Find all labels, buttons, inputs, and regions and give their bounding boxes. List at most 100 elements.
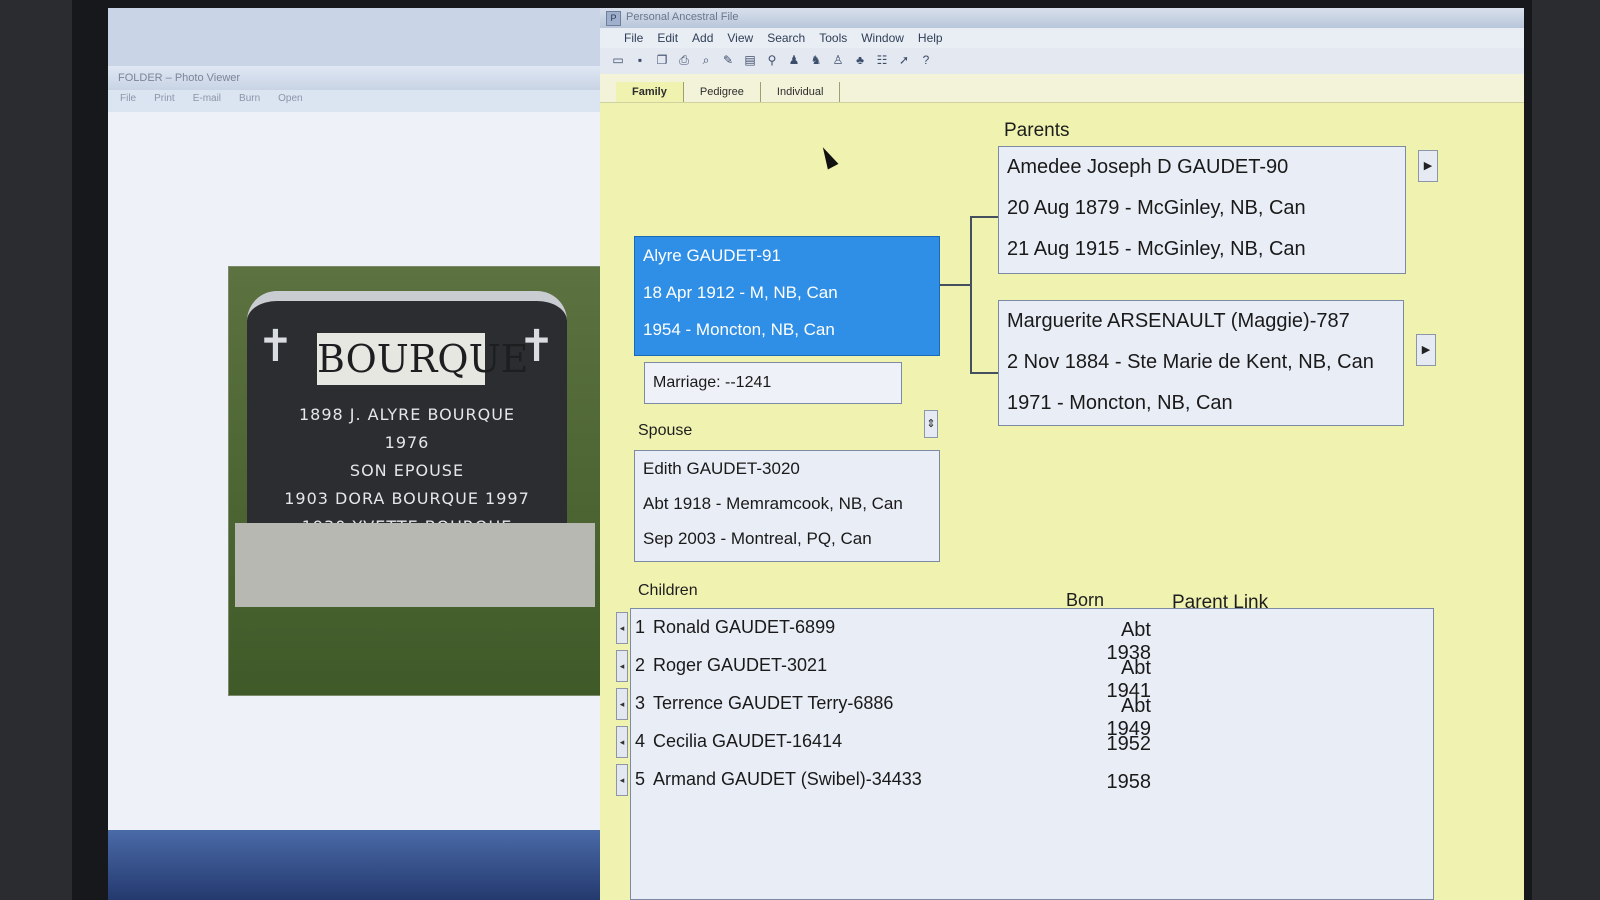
menu-tools[interactable]: Tools xyxy=(819,31,847,45)
child-born: 1952 xyxy=(1106,733,1152,755)
child-number: 1 xyxy=(635,617,646,637)
individual-name: Alyre GAUDET-91 xyxy=(643,246,781,265)
menu-window[interactable]: Window xyxy=(861,31,904,45)
paf-toolbar: ▭ ▪ ❐ ⎙ ⌕ ✎ ▤ ⚲ ♟ ♞ ♙ ♣ ☷ ➚ ? xyxy=(600,48,1524,74)
family-icon[interactable]: ♟ xyxy=(786,52,802,68)
individual-box[interactable]: Alyre GAUDET-91 18 Apr 1912 - M, NB, Can… xyxy=(634,236,940,356)
notes-icon[interactable]: ▤ xyxy=(742,52,758,68)
menu-search[interactable]: Search xyxy=(767,31,805,45)
menu-add[interactable]: Add xyxy=(692,31,713,45)
cross-icon: ✝ xyxy=(257,322,294,371)
screen: FOLDER – Photo Viewer File Print E-mail … xyxy=(108,8,1524,900)
paf-title: Personal Ancestral File xyxy=(626,11,739,23)
spouse-box[interactable]: Edith GAUDET-3020 Abt 1918 - Memramcook,… xyxy=(634,450,940,562)
marriage-text: Marriage: --1241 xyxy=(653,374,772,391)
mother-box[interactable]: Marguerite ARSENAULT (Maggie)-787 2 Nov … xyxy=(998,300,1404,426)
spouse-death: Sep 2003 - Montreal, PQ, Can xyxy=(643,529,872,548)
child-handle-icon[interactable]: ◂ xyxy=(616,764,628,796)
menu-view[interactable]: View xyxy=(727,31,753,45)
pedigree-icon[interactable]: ♞ xyxy=(808,52,824,68)
headstone: ✝ ✝ BOURQUE 1898 J. ALYRE BOURQUE 1976 S… xyxy=(247,291,567,564)
mother-name: Marguerite ARSENAULT (Maggie)-787 xyxy=(1007,310,1350,332)
child-number: 2 xyxy=(635,655,646,675)
paf-menubar: File Edit Add View Search Tools Window H… xyxy=(600,28,1524,48)
child-handle-icon[interactable]: ◂ xyxy=(616,726,628,758)
copy-icon[interactable]: ❐ xyxy=(654,52,670,68)
photo-viewer-window: FOLDER – Photo Viewer File Print E-mail … xyxy=(108,66,608,900)
menu-file[interactable]: File xyxy=(624,31,643,45)
child-row[interactable]: 1 Ronald GAUDET-6899 Abt 1938 xyxy=(631,609,1431,664)
father-death: 21 Aug 1915 - McGinley, NB, Can xyxy=(1007,238,1306,260)
viewer-titlebar[interactable]: FOLDER – Photo Viewer xyxy=(108,66,608,90)
tree-connector xyxy=(970,216,998,218)
headstone-photo: ✝ ✝ BOURQUE 1898 J. ALYRE BOURQUE 1976 S… xyxy=(228,266,602,696)
edit-icon[interactable]: ✎ xyxy=(720,52,736,68)
mother-death: 1971 - Moncton, NB, Can xyxy=(1007,392,1233,414)
search-icon[interactable]: ⚲ xyxy=(764,52,780,68)
child-born: 1958 xyxy=(1106,771,1152,793)
tree-connector xyxy=(970,216,972,374)
viewer-title: FOLDER – Photo Viewer xyxy=(118,72,241,84)
viewer-controls-bar xyxy=(108,830,608,900)
open-icon[interactable]: ▭ xyxy=(610,52,626,68)
tab-family[interactable]: Family xyxy=(616,82,684,102)
headstone-base xyxy=(235,523,595,607)
marriage-box[interactable]: Marriage: --1241 xyxy=(644,362,902,404)
mother-next-arrow-icon[interactable]: ▶ xyxy=(1416,334,1436,366)
child-number: 3 xyxy=(635,693,646,713)
chart-icon[interactable]: ☷ xyxy=(874,52,890,68)
child-row[interactable]: 2 Roger GAUDET-3021 Abt 1941 xyxy=(631,647,1431,702)
child-handle-icon[interactable]: ◂ xyxy=(616,612,628,644)
father-next-arrow-icon[interactable]: ▶ xyxy=(1418,150,1438,182)
individual-icon[interactable]: ♙ xyxy=(830,52,846,68)
inscription-line: SON EPOUSE xyxy=(349,461,465,480)
spouse-name: Edith GAUDET-3020 xyxy=(643,459,800,478)
paf-window: P Personal Ancestral File File Edit Add … xyxy=(600,8,1524,900)
individual-death: 1954 - Moncton, NB, Can xyxy=(643,320,835,339)
menu-edit[interactable]: Edit xyxy=(657,31,678,45)
parents-label: Parents xyxy=(1004,120,1070,141)
children-list: 1 Ronald GAUDET-6899 Abt 1938 2 Roger GA… xyxy=(630,608,1434,900)
tree-connector xyxy=(940,284,970,286)
child-row[interactable]: 3 Terrence GAUDET Terry-6886 Abt 1949 xyxy=(631,685,1431,740)
find-icon[interactable]: ⌕ xyxy=(698,52,714,68)
spouse-scroll-icon[interactable]: ⇕ xyxy=(924,410,938,438)
child-number: 5 xyxy=(635,769,646,789)
father-birth: 20 Aug 1879 - McGinley, NB, Can xyxy=(1007,197,1306,219)
tree-icon[interactable]: ♣ xyxy=(852,52,868,68)
inscription-line: 1903 DORA BOURQUE 1997 xyxy=(284,489,530,508)
viewer-menu-burn[interactable]: Burn xyxy=(239,93,260,109)
child-handle-icon[interactable]: ◂ xyxy=(616,688,628,720)
paf-titlebar[interactable]: P Personal Ancestral File xyxy=(600,8,1524,28)
child-name: Cecilia GAUDET-16414 xyxy=(653,731,843,751)
inscription-line: 1898 J. ALYRE BOURQUE 1976 xyxy=(298,405,516,452)
tab-individual[interactable]: Individual xyxy=(761,82,841,102)
child-number: 4 xyxy=(635,731,646,751)
tree-connector xyxy=(970,372,998,374)
help-icon[interactable]: ? xyxy=(918,52,934,68)
viewer-menu-file[interactable]: File xyxy=(120,93,136,109)
tab-pedigree[interactable]: Pedigree xyxy=(684,82,761,102)
child-name: Ronald GAUDET-6899 xyxy=(653,617,836,637)
child-row[interactable]: 4 Cecilia GAUDET-16414 1952 xyxy=(631,723,1431,761)
child-name: Armand GAUDET (Swibel)-34433 xyxy=(653,769,922,789)
viewer-menubar: File Print E-mail Burn Open xyxy=(108,90,608,112)
print-icon[interactable]: ⎙ xyxy=(676,52,692,68)
viewer-menu-open[interactable]: Open xyxy=(278,93,302,109)
father-box[interactable]: Amedee Joseph D GAUDET-90 20 Aug 1879 - … xyxy=(998,146,1406,274)
child-name: Terrence GAUDET Terry-6886 xyxy=(653,693,894,713)
app-icon: P xyxy=(606,11,621,26)
spouse-label: Spouse xyxy=(638,422,693,439)
mother-birth: 2 Nov 1884 - Ste Marie de Kent, NB, Can xyxy=(1007,351,1374,373)
save-icon[interactable]: ▪ xyxy=(632,52,648,68)
father-name: Amedee Joseph D GAUDET-90 xyxy=(1007,156,1289,178)
individual-birth: 18 Apr 1912 - M, NB, Can xyxy=(643,283,838,302)
child-handle-icon[interactable]: ◂ xyxy=(616,650,628,682)
child-row[interactable]: 5 Armand GAUDET (Swibel)-34433 1958 xyxy=(631,761,1431,799)
child-name: Roger GAUDET-3021 xyxy=(653,655,828,675)
children-label: Children xyxy=(638,582,698,599)
menu-help[interactable]: Help xyxy=(918,31,943,45)
viewer-menu-email[interactable]: E-mail xyxy=(193,93,221,109)
arrow-icon[interactable]: ➚ xyxy=(896,52,912,68)
viewer-menu-print[interactable]: Print xyxy=(154,93,175,109)
